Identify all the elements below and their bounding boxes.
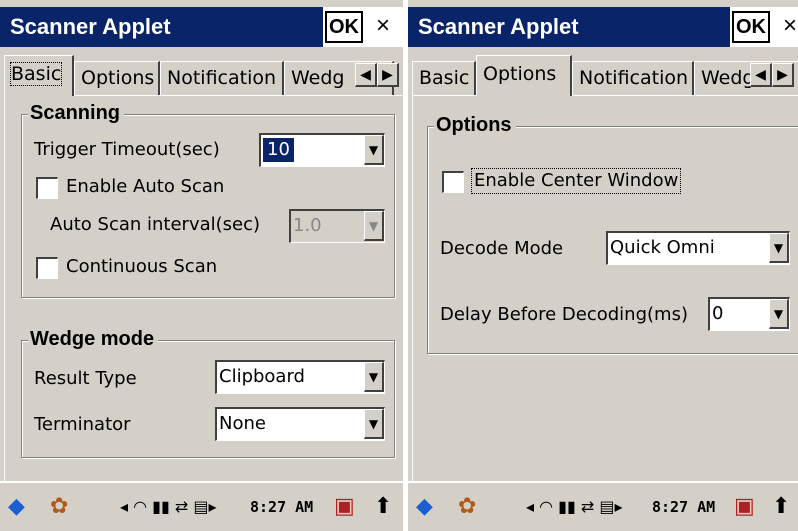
tab-options[interactable]: Options [476, 55, 572, 96]
decode-mode-label: Decode Mode [440, 238, 564, 259]
tab-scroll-left-icon[interactable]: ◀ [750, 63, 772, 87]
chevron-down-icon[interactable]: ▼ [769, 299, 789, 329]
tab-scroll-right-icon[interactable]: ▶ [377, 63, 399, 87]
wedge-mode-group-title: Wedge mode [28, 327, 159, 351]
decode-mode-select[interactable]: Quick Omni ▼ [606, 231, 790, 265]
title-bar: Scanner Applet OK × [0, 7, 403, 47]
taskbar: ◆ ✿ ◂ ◠ ▮▮ ⇄ ▤▸ 8:27 AM ▣ ⬆ [408, 481, 798, 531]
ok-button[interactable]: OK [325, 11, 363, 43]
chevron-down-icon[interactable]: ▼ [364, 409, 384, 439]
ok-button[interactable]: OK [732, 11, 770, 43]
applet-icon[interactable]: ✿ [458, 483, 476, 531]
delay-before-decoding-label: Delay Before Decoding(ms) [440, 304, 688, 325]
chevron-down-icon[interactable]: ▼ [364, 362, 384, 392]
continuous-scan-checkbox[interactable] [36, 257, 58, 279]
chevron-down-icon[interactable]: ▼ [364, 135, 384, 165]
scanning-group: Scanning Trigger Timeout(sec) 10 ▼ Enabl… [21, 101, 395, 298]
status-icons[interactable]: ◂ ◠ ▮▮ ⇄ ▤▸ [526, 483, 623, 531]
tab-scroll-left-icon[interactable]: ◀ [355, 63, 377, 87]
close-button[interactable]: × [365, 11, 401, 43]
options-group-title: Options [434, 113, 516, 137]
clock[interactable]: 8:27 AM [250, 483, 313, 531]
tab-options[interactable]: Options [74, 61, 160, 95]
scanner-applet-basic-window: Scanner Applet OK × Basic Options Notifi… [0, 0, 403, 531]
start-icon[interactable]: ◆ [8, 483, 25, 531]
tab-basic[interactable]: Basic [4, 55, 74, 96]
result-type-select[interactable]: Clipboard ▼ [215, 360, 385, 394]
wedge-mode-group: Wedge mode Result Type Clipboard ▼ Termi… [21, 327, 395, 458]
tab-strip: Basic Options Notification Wedg ◀ ▶ [4, 55, 403, 96]
enable-center-window-label[interactable]: Enable Center Window [470, 168, 682, 194]
window-title: Scanner Applet [408, 7, 730, 47]
taskbar: ◆ ✿ ◂ ◠ ▮▮ ⇄ ▤▸ 8:27 AM ▣ ⬆ [0, 481, 403, 531]
terminator-select[interactable]: None ▼ [215, 407, 385, 441]
enable-auto-scan-label[interactable]: Enable Auto Scan [66, 175, 224, 199]
continuous-scan-label[interactable]: Continuous Scan [66, 255, 217, 279]
tab-page-basic: Scanning Trigger Timeout(sec) 10 ▼ Enabl… [4, 95, 403, 481]
tab-strip: Basic Options Notification Wedg ◀ ▶ [412, 55, 798, 96]
tab-scroll-right-icon[interactable]: ▶ [772, 63, 794, 87]
tab-basic[interactable]: Basic [412, 61, 476, 95]
auto-scan-interval-select: 1.0 ▼ [289, 209, 385, 243]
scanning-group-title: Scanning [28, 101, 125, 125]
up-arrow-icon[interactable]: ⬆ [772, 483, 790, 531]
keyboard-icon[interactable]: ▣ [334, 483, 355, 531]
chevron-down-icon: ▼ [364, 211, 384, 241]
close-button[interactable]: × [772, 11, 798, 43]
enable-auto-scan-checkbox[interactable] [36, 177, 58, 199]
clock[interactable]: 8:27 AM [652, 483, 715, 531]
status-icons[interactable]: ◂ ◠ ▮▮ ⇄ ▤▸ [120, 483, 217, 531]
result-type-label: Result Type [34, 368, 137, 389]
terminator-label: Terminator [34, 414, 131, 435]
tab-notification[interactable]: Notification [572, 61, 694, 95]
delay-before-decoding-select[interactable]: 0 ▼ [708, 297, 790, 331]
tab-notification[interactable]: Notification [160, 61, 284, 95]
trigger-timeout-label: Trigger Timeout(sec) [34, 139, 220, 160]
applet-icon[interactable]: ✿ [50, 483, 68, 531]
scanner-applet-options-window: Scanner Applet OK × Basic Options Notifi… [408, 0, 798, 531]
options-group: Options Enable Center Window Decode Mode… [427, 113, 798, 354]
window-title: Scanner Applet [0, 7, 323, 47]
up-arrow-icon[interactable]: ⬆ [374, 483, 392, 531]
chevron-down-icon[interactable]: ▼ [769, 233, 789, 263]
enable-center-window-checkbox[interactable] [442, 171, 464, 193]
trigger-timeout-select[interactable]: 10 ▼ [259, 133, 385, 167]
keyboard-icon[interactable]: ▣ [734, 483, 755, 531]
title-bar: Scanner Applet OK × [408, 7, 798, 47]
tab-page-options: Options Enable Center Window Decode Mode… [412, 95, 798, 481]
auto-scan-interval-label: Auto Scan interval(sec) [50, 214, 261, 235]
start-icon[interactable]: ◆ [416, 483, 433, 531]
